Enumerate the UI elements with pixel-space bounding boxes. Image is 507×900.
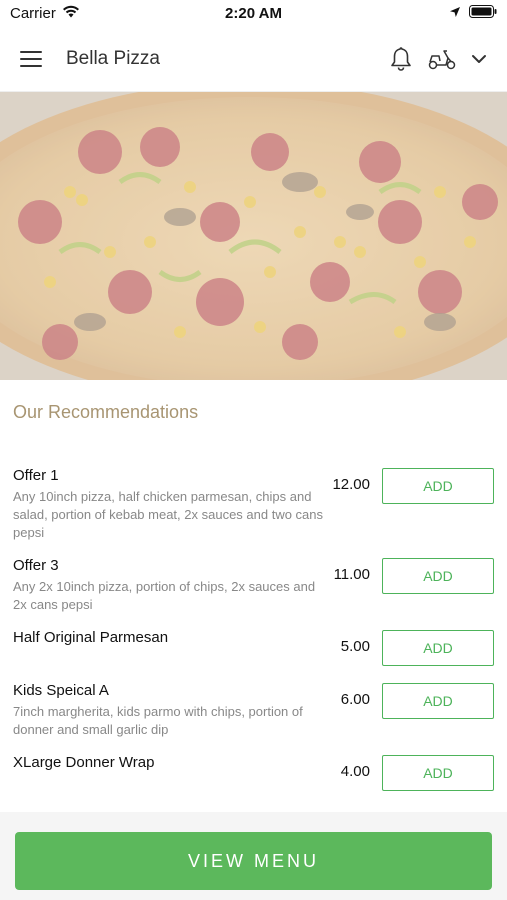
item-description: Any 2x 10inch pizza, portion of chips, 2… xyxy=(13,579,316,612)
carrier-label: Carrier xyxy=(10,4,56,22)
add-button[interactable]: ADD xyxy=(382,630,494,666)
bottom-bar: VIEW MENU xyxy=(0,812,507,900)
item-price: 4.00 xyxy=(340,763,370,780)
list-item: Half Original Parmesan 5.00 ADD xyxy=(0,628,507,681)
list-item: Offer 1 Any 10inch pizza, half chicken p… xyxy=(0,466,507,556)
menu-icon[interactable] xyxy=(20,45,48,73)
chevron-down-icon[interactable] xyxy=(471,53,487,65)
header-actions xyxy=(389,46,487,72)
hero-pizza-image xyxy=(0,92,507,380)
item-price: 11.00 xyxy=(333,566,370,583)
status-right xyxy=(449,4,497,22)
item-description: 7inch margherita, kids parmo with chips,… xyxy=(13,704,303,737)
list-item: Kids Speical A 7inch margherita, kids pa… xyxy=(0,681,507,753)
add-button[interactable]: ADD xyxy=(382,558,494,594)
scooter-icon[interactable] xyxy=(427,48,457,70)
battery-icon xyxy=(469,4,497,22)
list-item: XLarge Donner Wrap 4.00 ADD xyxy=(0,753,507,803)
wifi-icon xyxy=(62,5,80,22)
status-left: Carrier xyxy=(10,5,80,22)
bell-icon[interactable] xyxy=(389,46,413,72)
add-button[interactable]: ADD xyxy=(382,755,494,791)
app-header: Bella Pizza xyxy=(0,26,507,92)
view-menu-button[interactable]: VIEW MENU xyxy=(15,832,492,890)
add-button[interactable]: ADD xyxy=(382,683,494,719)
list-item: Offer 3 Any 2x 10inch pizza, portion of … xyxy=(0,556,507,628)
item-price: 6.00 xyxy=(340,691,370,708)
status-bar: Carrier 2:20 AM xyxy=(0,0,507,26)
item-price: 12.00 xyxy=(332,476,370,493)
location-arrow-icon xyxy=(449,5,461,22)
recommendations-list: Offer 1 Any 10inch pizza, half chicken p… xyxy=(0,466,507,803)
section-title: Our Recommendations xyxy=(13,402,199,422)
add-button[interactable]: ADD xyxy=(382,468,494,504)
app-title: Bella Pizza xyxy=(66,47,160,69)
item-price: 5.00 xyxy=(340,638,370,655)
item-description: Any 10inch pizza, half chicken parmesan,… xyxy=(13,489,324,540)
